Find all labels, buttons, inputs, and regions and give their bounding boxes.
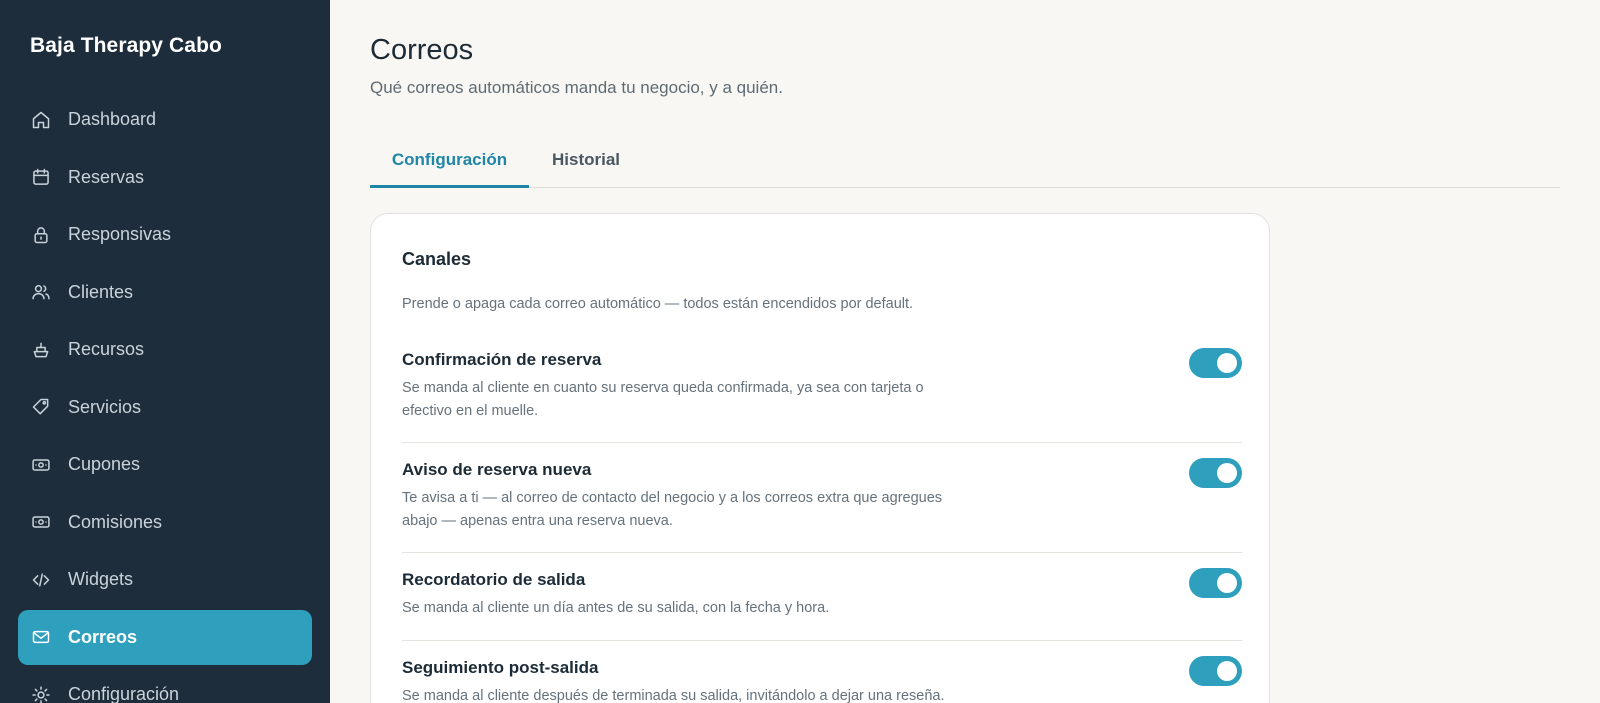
sidebar-item-responsivas[interactable]: Responsivas: [18, 207, 312, 262]
channel-toggle[interactable]: [1189, 568, 1242, 598]
toggle-knob: [1217, 661, 1237, 681]
channels-card: Canales Prende o apaga cada correo autom…: [370, 213, 1270, 703]
card-description: Prende o apaga cada correo automático — …: [402, 296, 914, 312]
home-icon: [30, 109, 52, 131]
channel-toggle[interactable]: [1189, 348, 1242, 378]
card-title: Canales: [402, 249, 472, 269]
channel-title: Recordatorio de salida: [402, 570, 586, 589]
divider: [402, 640, 1242, 641]
tab-configuracion[interactable]: Configuración: [370, 150, 529, 188]
brand-name: Baja Therapy Cabo: [30, 34, 222, 57]
tab-bar: Configuración Historial: [370, 144, 1560, 188]
sidebar-item-label: Clientes: [68, 281, 134, 302]
toggle-knob: [1217, 573, 1237, 593]
code-icon: [30, 569, 52, 591]
sidebar-item-label: Responsivas: [68, 224, 172, 244]
sidebar-item-label: Cupones: [68, 454, 141, 474]
sidebar-item-recursos[interactable]: Recursos: [18, 322, 312, 377]
channel-title: Seguimiento post-salida: [402, 658, 599, 677]
toggle-knob: [1217, 353, 1237, 373]
sun-icon: [30, 684, 52, 703]
sidebar-item-label: Widgets: [68, 569, 134, 589]
channel-description: Se manda al cliente después de terminada…: [402, 688, 945, 703]
sidebar-item-label: Configuración: [68, 684, 180, 703]
channel-title: Confirmación de reserva: [402, 350, 602, 369]
tab-historial[interactable]: Historial: [546, 150, 626, 188]
sidebar-item-clientes[interactable]: Clientes: [18, 265, 312, 320]
channel-row: Confirmación de reserva Se manda al clie…: [402, 348, 1242, 422]
channel-description: Se manda al cliente en cuanto su reserva…: [402, 380, 924, 419]
banknote-icon: [30, 454, 52, 476]
sidebar-item-correos[interactable]: Correos: [18, 609, 312, 665]
sidebar-nav: Dashboard Reservas Responsivas Clientes …: [18, 92, 312, 703]
divider: [402, 442, 1242, 443]
divider: [402, 552, 1242, 553]
sidebar-item-label: Dashboard: [68, 109, 157, 129]
sidebar-item-widgets[interactable]: Widgets: [18, 552, 312, 607]
channel-title: Aviso de reserva nueva: [402, 460, 592, 479]
sidebar-item-label: Reservas: [68, 166, 145, 187]
sidebar-item-label: Correos: [68, 626, 138, 647]
channel-row: Recordatorio de salida Se manda al clien…: [402, 568, 1242, 620]
sidebar-item-comisiones[interactable]: Comisiones: [18, 495, 312, 550]
sidebar-item-servicios[interactable]: Servicios: [18, 380, 312, 435]
sidebar-item-cupones[interactable]: Cupones: [18, 437, 312, 492]
sidebar-item-label: Recursos: [68, 339, 145, 359]
sidebar-item-configuracion[interactable]: Configuración: [18, 667, 312, 703]
sidebar-item-label: Comisiones: [68, 511, 163, 532]
sidebar-item-dashboard[interactable]: Dashboard: [18, 92, 312, 147]
channel-toggle[interactable]: [1189, 656, 1242, 686]
boat-icon: [30, 339, 52, 361]
page-title: Correos: [370, 34, 474, 66]
channel-row: Aviso de reserva nueva Te avisa a ti — a…: [402, 458, 1242, 532]
lock-icon: [30, 224, 52, 246]
channel-description: Se manda al cliente un día antes de su s…: [402, 600, 830, 616]
banknote-icon: [30, 511, 52, 533]
tag-icon: [30, 396, 52, 418]
page-subtitle: Qué correos automáticos manda tu negocio…: [370, 78, 783, 97]
users-icon: [30, 281, 52, 303]
channel-toggle[interactable]: [1189, 458, 1242, 488]
sidebar-item-label: Servicios: [68, 396, 142, 417]
sidebar: Baja Therapy Cabo Dashboard Reservas Res…: [0, 0, 330, 703]
channel-description: Te avisa a ti — al correo de contacto de…: [402, 490, 943, 529]
toggle-knob: [1217, 463, 1237, 483]
channel-row: Seguimiento post-salida Se manda al clie…: [402, 656, 1242, 703]
mail-icon: [30, 626, 52, 648]
calendar-icon: [30, 166, 52, 188]
sidebar-item-reservas[interactable]: Reservas: [18, 150, 312, 205]
